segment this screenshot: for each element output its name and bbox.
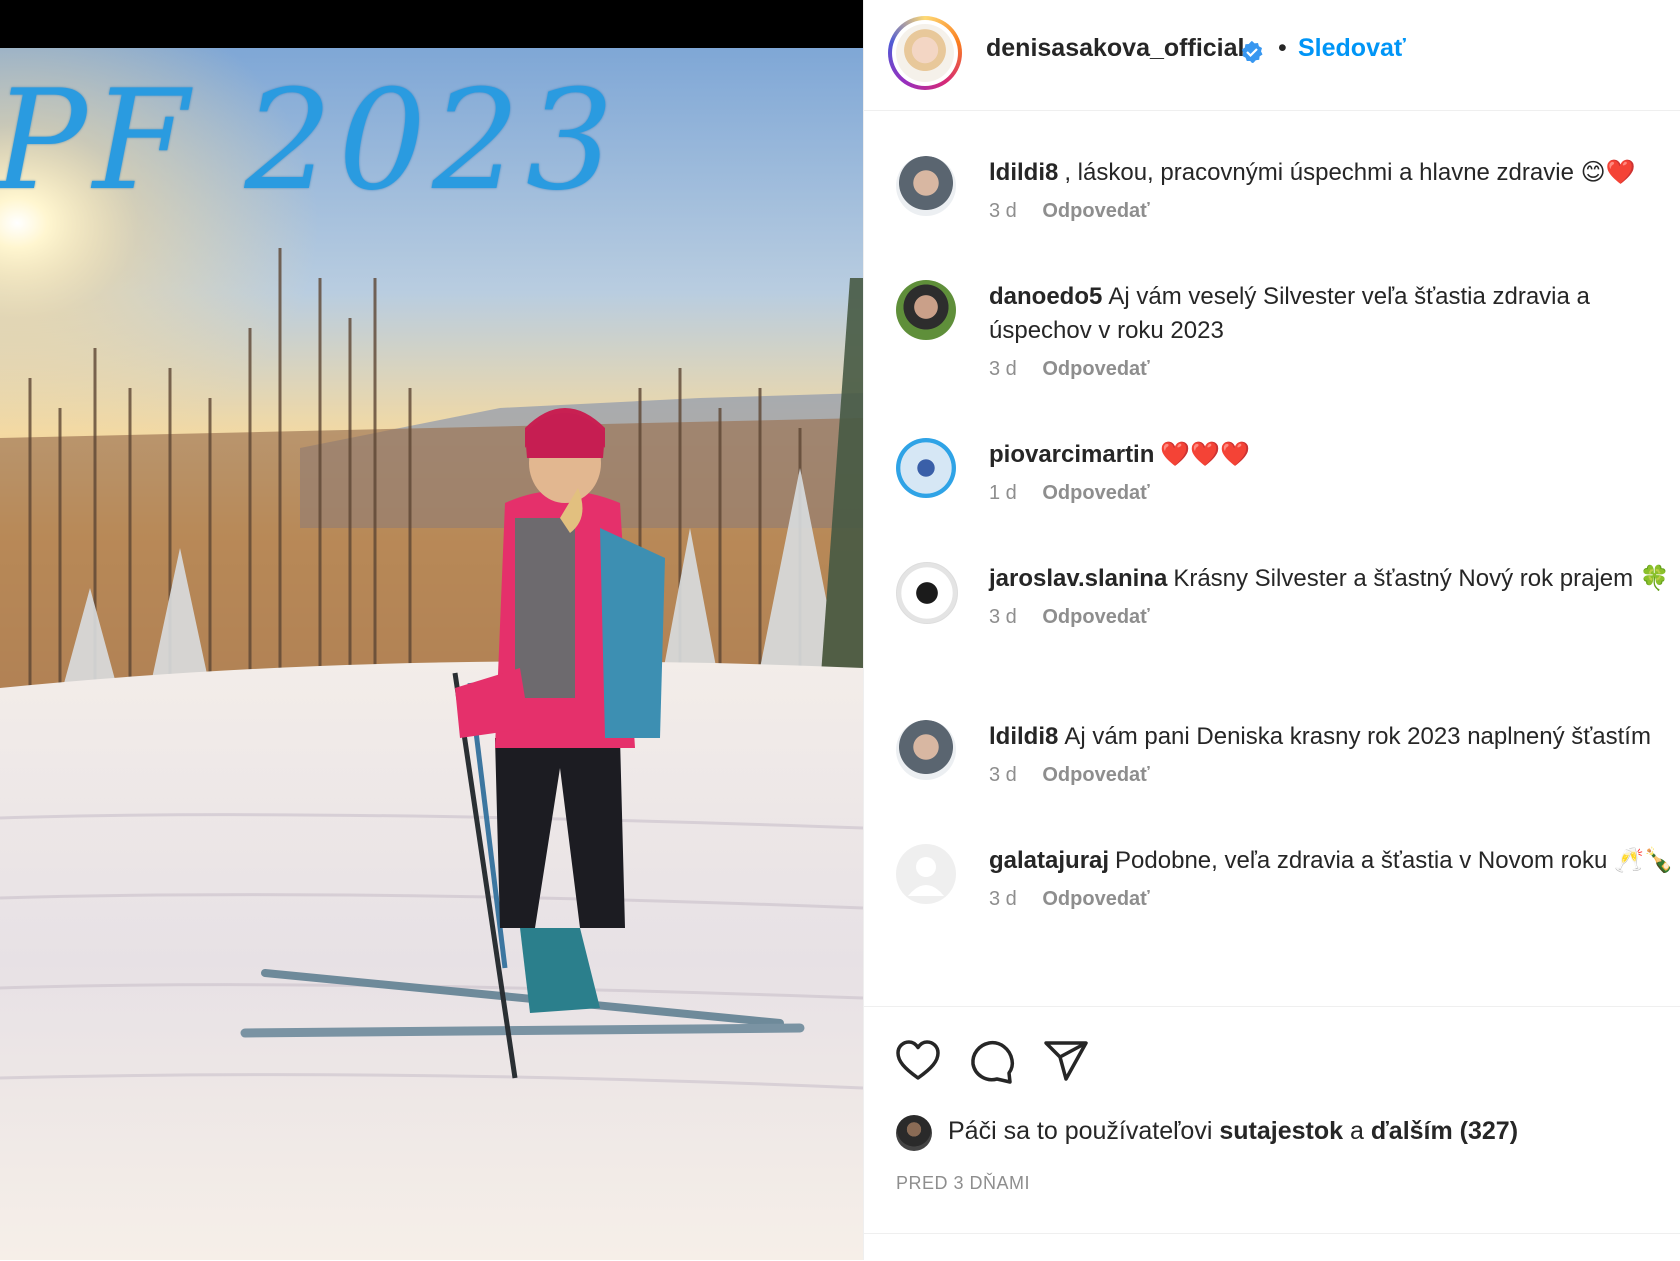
likes-count[interactable]: ďalším (327) [1371, 1117, 1518, 1145]
reply-button[interactable]: Odpovedať [1042, 358, 1149, 381]
comment-text: ❤️❤️❤️ [1160, 441, 1251, 468]
comment-time[interactable]: 3 d [989, 200, 1017, 223]
divider [864, 1233, 1680, 1234]
post-date[interactable]: PRED 3 DŇAMI [896, 1173, 1030, 1194]
comment-text: Podobne, veľa zdravia a šťastia v Novom … [1115, 847, 1674, 874]
post-image: PF 2023 [0, 0, 863, 1260]
reply-button[interactable]: Odpovedať [1042, 606, 1149, 629]
comments-list: ldildi8, láskou, pracovnými úspechmi a h… [864, 110, 1680, 1006]
commenter-username[interactable]: piovarcimartin [989, 441, 1154, 468]
post-header: denisasakova_official • Sledovať [864, 0, 1680, 111]
commenter-username[interactable]: galatajuraj [989, 847, 1109, 874]
commenter-avatar[interactable] [896, 280, 956, 340]
comment-time[interactable]: 3 d [989, 358, 1017, 381]
likes-connector: a [1349, 1117, 1364, 1145]
commenter-username[interactable]: danoedo5 [989, 283, 1102, 310]
comment-text: Krásny Silvester a šťastný Nový rok praj… [1173, 565, 1670, 592]
commenter-username[interactable]: ldildi8 [989, 159, 1058, 186]
commenter-username[interactable]: ldildi8 [989, 723, 1058, 750]
reply-button[interactable]: Odpovedať [1042, 482, 1149, 505]
reply-button[interactable]: Odpovedať [1042, 200, 1149, 223]
reply-button[interactable]: Odpovedať [1042, 888, 1149, 911]
header-separator: • [1278, 34, 1287, 62]
post-side-panel: denisasakova_official • Sledovať ldildi8… [863, 0, 1680, 1260]
commenter-avatar[interactable] [896, 438, 956, 498]
comment-time[interactable]: 3 d [989, 888, 1017, 911]
image-top-bar [0, 0, 863, 48]
comment-time[interactable]: 3 d [989, 764, 1017, 787]
post-actions: Páči sa to používateľovi sutajestok a ďa… [864, 1006, 1680, 1261]
default-user-icon [908, 857, 944, 896]
commenter-avatar[interactable] [896, 562, 958, 624]
like-heart-icon[interactable] [894, 1037, 942, 1085]
comment-time[interactable]: 3 d [989, 606, 1017, 629]
ski-photo [0, 48, 863, 1260]
author-username[interactable]: denisasakova_official [986, 34, 1244, 63]
share-send-icon[interactable] [1042, 1037, 1090, 1085]
liker-username[interactable]: sutajestok [1219, 1117, 1343, 1145]
comment-bubble-icon[interactable] [968, 1037, 1016, 1085]
liker-avatar[interactable] [896, 1115, 932, 1151]
commenter-username[interactable]: jaroslav.slanina [989, 565, 1167, 592]
follow-button[interactable]: Sledovať [1298, 34, 1406, 63]
comment-time[interactable]: 1 d [989, 482, 1017, 505]
commenter-avatar[interactable] [896, 156, 956, 216]
reply-button[interactable]: Odpovedať [1042, 764, 1149, 787]
author-avatar[interactable] [888, 16, 962, 90]
comment-text: Aj vám pani Deniska krasny rok 2023 napl… [1064, 723, 1651, 750]
likes-prefix: Páči sa to používateľovi [948, 1117, 1213, 1145]
verified-badge-icon [1241, 41, 1263, 63]
image-overlay-text: PF 2023 [0, 60, 620, 221]
commenter-avatar[interactable] [896, 720, 956, 780]
commenter-avatar-placeholder[interactable] [896, 844, 956, 904]
comment-text: , láskou, pracovnými úspechmi a hlavne z… [1064, 159, 1636, 186]
